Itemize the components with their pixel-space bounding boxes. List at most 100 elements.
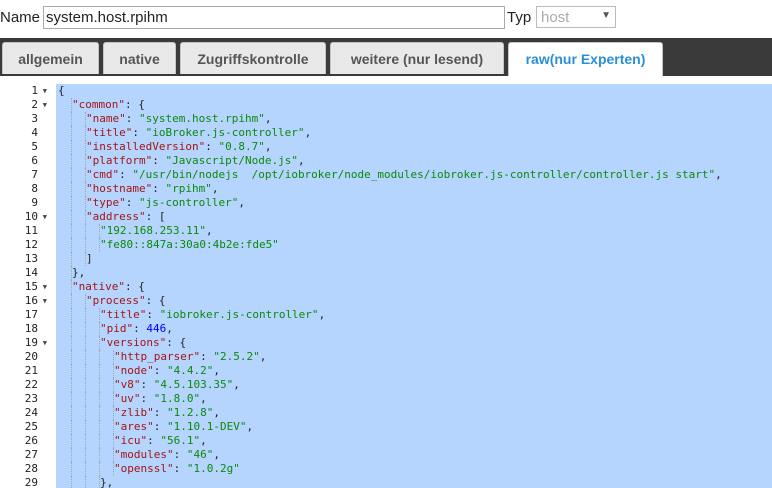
line-number-text: 19 xyxy=(24,336,38,349)
json-punctuation: , xyxy=(200,392,207,405)
indent-guide xyxy=(85,350,87,364)
code-text: "modules": "46", xyxy=(58,448,220,461)
indent-guide xyxy=(99,364,101,378)
json-key: "pid" xyxy=(100,322,134,335)
json-punctuation: , xyxy=(304,126,312,139)
fold-arrow-icon[interactable]: ▼ xyxy=(43,336,47,350)
json-punctuation: : xyxy=(133,322,147,335)
json-key: "installedVersion" xyxy=(86,140,206,153)
line-number-text: 27 xyxy=(24,448,38,461)
line-number-text: 17 xyxy=(24,308,38,321)
code-line: "address": [ xyxy=(58,210,772,224)
code-line: "modules": "46", xyxy=(58,448,772,462)
json-key: "zlib" xyxy=(114,406,154,419)
typ-label: Typ xyxy=(507,9,532,26)
tab-zugriffskontrolle[interactable]: Zugriffskontrolle xyxy=(180,42,326,74)
tab-bar: allgemein native Zugriffskontrolle weite… xyxy=(0,38,772,76)
code-text: "process": { xyxy=(58,294,165,307)
typ-select-value: host xyxy=(541,9,570,26)
code-line: "type": "js-controller", xyxy=(58,196,772,210)
indent-guide xyxy=(99,350,101,364)
json-punctuation: : xyxy=(125,196,139,209)
code-line: "ares": "1.10.1-DEV", xyxy=(58,420,772,434)
json-punctuation: : xyxy=(125,112,139,125)
line-number-text: 16 xyxy=(24,294,38,307)
line-number: 8 xyxy=(0,182,50,196)
line-number: 26 xyxy=(0,434,50,448)
indent-guide xyxy=(99,434,101,448)
indent-guide xyxy=(71,294,73,308)
fold-arrow-icon[interactable]: ▼ xyxy=(43,98,47,112)
indent-guide xyxy=(71,280,73,294)
line-number-text: 13 xyxy=(24,252,38,265)
fold-arrow-icon[interactable]: ▼ xyxy=(43,280,47,294)
line-number-text: 6 xyxy=(31,154,38,167)
line-number-text: 14 xyxy=(24,266,38,279)
tab-allgemein[interactable]: allgemein xyxy=(2,42,99,74)
line-number: 5 xyxy=(0,140,50,154)
code-text: "versions": { xyxy=(58,336,186,349)
indent-guide xyxy=(99,392,101,406)
code-area[interactable]: {"common": {"name": "system.host.rpihm",… xyxy=(58,84,772,488)
indent-guide xyxy=(71,168,73,182)
fold-arrow-icon[interactable]: ▼ xyxy=(43,84,47,98)
json-punctuation: , xyxy=(213,364,220,377)
fold-arrow-icon[interactable]: ▼ xyxy=(43,294,47,308)
code-text: ] xyxy=(58,252,93,265)
code-line: "hostname": "rpihm", xyxy=(58,182,772,196)
json-string: "system.host.rpihm" xyxy=(139,112,265,125)
code-line: "platform": "Javascript/Node.js", xyxy=(58,154,772,168)
line-number-text: 5 xyxy=(31,140,38,153)
json-key: "ares" xyxy=(114,420,154,433)
line-number-text: 7 xyxy=(31,168,38,181)
json-key: "common" xyxy=(72,98,125,111)
code-line: "node": "4.4.2", xyxy=(58,364,772,378)
json-number: 446 xyxy=(146,322,167,335)
indent-guide xyxy=(85,112,87,126)
code-line: "name": "system.host.rpihm", xyxy=(58,112,772,126)
json-punctuation: }, xyxy=(100,476,114,488)
json-punctuation: , xyxy=(213,448,220,461)
code-text: "address": [ xyxy=(58,210,165,223)
code-text: "pid": 446, xyxy=(58,322,173,335)
line-number: 24 xyxy=(0,406,50,420)
indent-guide xyxy=(85,196,87,210)
line-number-text: 20 xyxy=(24,350,38,363)
line-number-text: 15 xyxy=(24,280,38,293)
code-text: "fe80::847a:30a0:4b2e:fde5" xyxy=(58,238,279,251)
json-key: "icu" xyxy=(114,434,148,447)
indent-guide xyxy=(99,462,101,476)
tab-weitere[interactable]: weitere (nur lesend) xyxy=(330,42,504,74)
json-string: "rpihm" xyxy=(165,182,212,195)
name-input[interactable] xyxy=(43,6,505,29)
line-number: 3 xyxy=(0,112,50,126)
indent-guide xyxy=(85,154,87,168)
line-number: 27 xyxy=(0,448,50,462)
tab-raw[interactable]: raw(nur Experten) xyxy=(508,42,663,76)
indent-guide xyxy=(71,476,73,488)
indent-guide xyxy=(113,378,115,392)
indent-guide xyxy=(85,210,87,224)
indent-guide xyxy=(71,420,73,434)
line-number: 29 xyxy=(0,476,50,488)
line-number-text: 23 xyxy=(24,392,38,405)
indent-guide xyxy=(85,168,87,182)
fold-arrow-icon[interactable]: ▼ xyxy=(43,210,47,224)
indent-guide xyxy=(71,238,73,252)
json-punctuation: : xyxy=(153,420,167,433)
tab-native[interactable]: native xyxy=(103,42,176,74)
json-key: "name" xyxy=(86,112,126,125)
json-key: "cmd" xyxy=(86,168,120,181)
typ-select[interactable]: host ▼ xyxy=(536,6,616,28)
json-punctuation: : [ xyxy=(145,210,166,223)
json-editor[interactable]: 1 ▼ 2 ▼ 3 4 5 6 7 8 9 10 ▼ 11 12 13 14 15 ▼ 16 ▼ 17 18 19 ▼ 20 21 2… xyxy=(0,76,772,488)
json-punctuation: , xyxy=(318,308,326,321)
json-punctuation: , xyxy=(297,154,305,167)
indent-guide xyxy=(99,238,101,252)
code-line: "installedVersion": "0.8.7", xyxy=(58,140,772,154)
indent-guide xyxy=(71,266,73,280)
indent-guide xyxy=(99,448,101,462)
code-line: "cmd": "/usr/bin/nodejs /opt/iobroker/no… xyxy=(58,168,772,182)
indent-guide xyxy=(85,448,87,462)
line-number-text: 26 xyxy=(24,434,38,447)
